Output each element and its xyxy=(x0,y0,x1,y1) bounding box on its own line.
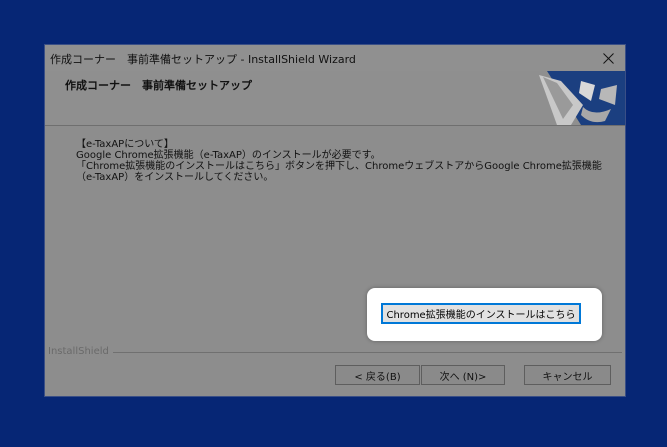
header-title: 作成コーナー 事前準備セットアップ xyxy=(65,79,252,92)
installshield-brand-label: InstallShield xyxy=(48,346,113,357)
install-chrome-extension-button[interactable]: Chrome拡張機能のインストールはこちら xyxy=(381,303,581,324)
close-button[interactable] xyxy=(597,48,619,68)
installshield-logo-icon xyxy=(521,71,625,125)
close-icon xyxy=(602,52,614,64)
window-title: 作成コーナー 事前準備セットアップ - InstallShield Wizard xyxy=(50,53,356,66)
message-line: 【e-TaxAPについて】 xyxy=(76,139,174,150)
wizard-header: 作成コーナー 事前準備セットアップ xyxy=(45,71,625,125)
footer-divider xyxy=(48,352,622,353)
next-button[interactable]: 次へ (N)> xyxy=(421,365,505,385)
message-text: 【e-TaxAPについて】 Google Chrome拡張機能（e-TaxAP）… xyxy=(76,139,606,183)
message-line: 「Chrome拡張機能のインストールはこちら」ボタンを押下し、Chromeウェブ… xyxy=(76,161,602,172)
cancel-button[interactable]: キャンセル xyxy=(524,365,611,385)
header-divider xyxy=(45,125,625,126)
back-button[interactable]: < 戻る(B) xyxy=(335,365,420,385)
message-line: Google Chrome拡張機能（e-TaxAP）のインストールが必要です。 xyxy=(76,150,381,161)
message-line: （e-TaxAP）をインストールしてください。 xyxy=(76,172,274,183)
desktop: 作成コーナー 事前準備セットアップ - InstallShield Wizard… xyxy=(0,0,667,447)
title-bar[interactable]: 作成コーナー 事前準備セットアップ - InstallShield Wizard xyxy=(45,45,625,71)
highlight-card: Chrome拡張機能のインストールはこちら xyxy=(367,288,602,341)
installshield-wizard-window: 作成コーナー 事前準備セットアップ - InstallShield Wizard… xyxy=(44,44,626,397)
